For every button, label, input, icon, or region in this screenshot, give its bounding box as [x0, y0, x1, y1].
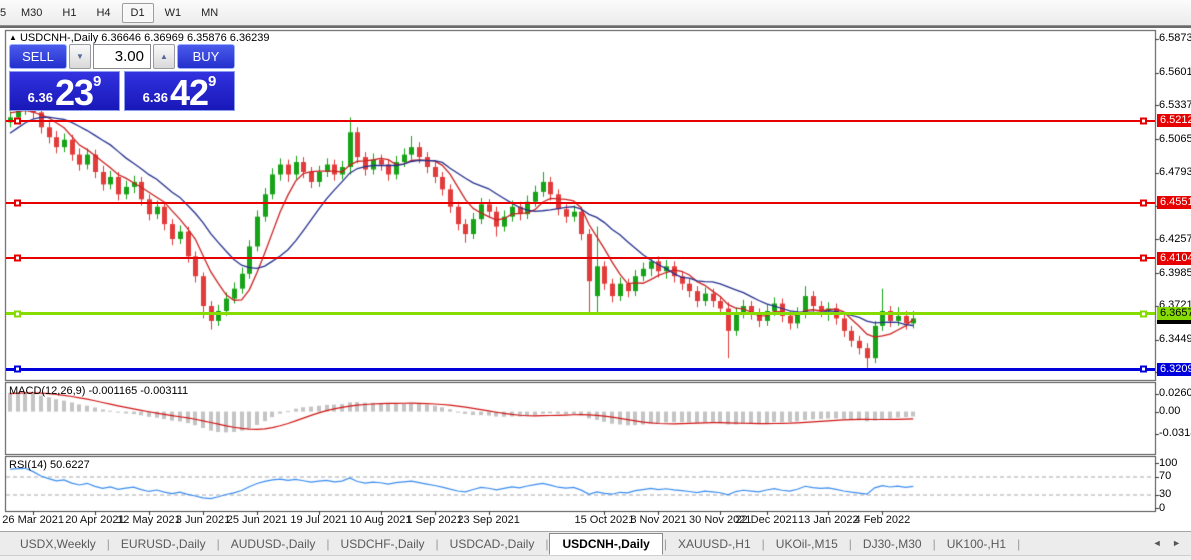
line-anchor-handle[interactable]: [14, 310, 21, 318]
buy-price-panel[interactable]: 6.36 42 9: [124, 71, 235, 111]
line-anchor-handle[interactable]: [14, 199, 21, 207]
date-label: 4 Feb 2022: [854, 514, 911, 526]
date-label: 10 Aug 2021: [349, 514, 412, 526]
rsi-axis-label: 30: [1159, 488, 1172, 500]
chart-window: ▲ USDCNH-,Daily 6.36646 6.36969 6.35876 …: [0, 26, 1191, 531]
date-label: 22 Dec 2021: [735, 514, 798, 526]
date-label: 12 May 2021: [117, 514, 181, 526]
one-click-trading-widget: SELL ▼ 3.00 ▲ BUY 6.36 23 9 6.36 42 9: [9, 44, 235, 111]
price-axis-label: 6.39850: [1159, 266, 1191, 279]
macd-axis-label: 0.00: [1159, 405, 1181, 418]
volume-input[interactable]: 3.00: [93, 44, 151, 69]
ohlc-open: 6.36646: [101, 32, 142, 44]
buy-price-main: 42: [169, 72, 209, 113]
symbol-name: USDCNH-,Daily: [19, 32, 99, 44]
sell-price-panel[interactable]: 6.36 23 9: [9, 71, 120, 111]
tab-separator: |: [1017, 536, 1021, 551]
chart-tab-dj30-m30[interactable]: DJ30-,M30: [853, 534, 932, 554]
price-axis-label: 6.56010: [1159, 66, 1191, 79]
timeframe-toolbar: 5 M30 H1 H4 D1 W1 MN: [0, 0, 1191, 26]
sell-price-prefix: 6.36: [27, 90, 53, 105]
ohlc-low: 6.35876: [186, 32, 227, 44]
rsi-axis-label: 70: [1159, 470, 1172, 482]
chart-tab-uk100-h1[interactable]: UK100-,H1: [937, 534, 1016, 554]
line-anchor-handle[interactable]: [1140, 365, 1147, 373]
line-anchor-handle[interactable]: [1140, 310, 1147, 318]
date-label: 23 Sep 2021: [457, 514, 520, 526]
date-label: 19 Jul 2021: [290, 514, 348, 526]
chart-tab-ukoil-m15[interactable]: UKOil-,M15: [766, 534, 848, 554]
chart-tab-bar: USDX,Weekly | EURUSD-,Daily | AUDUSD-,Daily |…: [0, 531, 1191, 555]
line-price-tag-red: 6.45515: [1157, 196, 1191, 210]
macd-axis-label: -0.03187: [1159, 427, 1191, 440]
line-anchor-handle[interactable]: [1140, 117, 1147, 125]
resistance-line-6.52126[interactable]: [6, 117, 1155, 125]
macd-axis-label: 0.02607: [1159, 387, 1191, 400]
line-price-tag-red: 6.41043: [1157, 251, 1191, 265]
sell-price-sup: 9: [93, 73, 102, 90]
timeframe-button-mn[interactable]: MN: [192, 3, 227, 23]
chart-tab-usdcad-daily[interactable]: USDCAD-,Daily: [440, 534, 545, 554]
chart-tab-eurusd-daily[interactable]: EURUSD-,Daily: [111, 534, 216, 554]
symbol-header: ▲ USDCNH-,Daily 6.36646 6.36969 6.35876 …: [9, 32, 270, 44]
line-anchor-handle[interactable]: [14, 254, 21, 262]
rsi-axis-label: 100: [1159, 456, 1178, 469]
line-anchor-handle[interactable]: [1140, 199, 1147, 207]
date-label: 13 Jan 2022: [798, 514, 859, 526]
support-line-6.36570[interactable]: [6, 310, 1155, 318]
buy-button[interactable]: BUY: [177, 44, 235, 69]
date-label: 3 Jun 2021: [175, 514, 231, 526]
chart-tab-usdx-weekly[interactable]: USDX,Weekly: [10, 534, 106, 554]
line-price-tag-blue: 6.32098: [1157, 362, 1191, 376]
timeframe-button-5[interactable]: 5: [0, 3, 10, 23]
line-anchor-handle[interactable]: [14, 117, 21, 125]
date-label: 15 Oct 2021: [574, 514, 635, 526]
rsi-indicator-label: RSI(14) 50.6227: [9, 459, 90, 471]
status-strip: [0, 555, 1191, 560]
ohlc-close: 6.36239: [229, 32, 270, 44]
buy-price-prefix: 6.36: [142, 90, 168, 105]
chart-tab-usdchf-daily[interactable]: USDCHF-,Daily: [331, 534, 435, 554]
timeframe-button-h4[interactable]: H4: [87, 3, 119, 23]
line-anchor-handle[interactable]: [1140, 254, 1147, 262]
date-label: 20 Apr 2021: [65, 514, 125, 526]
ohlc-high: 6.36969: [144, 32, 184, 44]
chart-tab-usdcnh-daily[interactable]: USDCNH-,Daily: [549, 532, 663, 555]
timeframe-button-h1[interactable]: H1: [53, 3, 85, 23]
price-axis-label: 6.34490: [1159, 333, 1191, 346]
collapse-triangle-icon[interactable]: ▲: [9, 33, 17, 42]
line-price-tag-green: 6.36570: [1157, 307, 1191, 321]
timeframe-button-w1[interactable]: W1: [156, 3, 191, 23]
rsi-axis-label: 0: [1159, 501, 1166, 514]
support-line-6.32098[interactable]: [6, 365, 1155, 373]
price-axis-label: 6.58730: [1159, 32, 1191, 45]
date-label: 1 Sep 2021: [406, 514, 463, 526]
resistance-line-6.41043[interactable]: [6, 254, 1155, 262]
line-price-tag-red: 6.52126: [1157, 114, 1191, 128]
timeframe-button-m30[interactable]: M30: [12, 3, 51, 23]
chart-tab-audusd-daily[interactable]: AUDUSD-,Daily: [221, 534, 326, 554]
sell-price-main: 23: [54, 72, 94, 113]
sell-button[interactable]: SELL: [9, 44, 67, 69]
volume-decrease-button[interactable]: ▼: [69, 44, 91, 69]
volume-increase-button[interactable]: ▲: [153, 44, 175, 69]
timeframe-button-d1[interactable]: D1: [121, 2, 154, 23]
date-label: 8 Nov 2021: [630, 514, 687, 526]
buy-price-sup: 9: [208, 73, 217, 90]
line-anchor-handle[interactable]: [14, 365, 21, 373]
date-label: 26 Mar 2021: [2, 514, 65, 526]
resistance-line-6.45515[interactable]: [6, 199, 1155, 207]
macd-indicator-label: MACD(12,26,9) -0.001165 -0.003111: [9, 385, 189, 397]
price-axis-label: 6.50650: [1159, 132, 1191, 145]
tab-scroll-arrows[interactable]: ◄ ►: [1153, 538, 1185, 548]
date-label: 25 Jun 2021: [226, 514, 288, 526]
price-axis-label: 6.53370: [1159, 98, 1191, 111]
price-axis-label: 6.47930: [1159, 166, 1191, 179]
chart-tab-xauusd-h1[interactable]: XAUUSD-,H1: [668, 534, 761, 554]
price-axis-label: 6.42570: [1159, 232, 1191, 245]
